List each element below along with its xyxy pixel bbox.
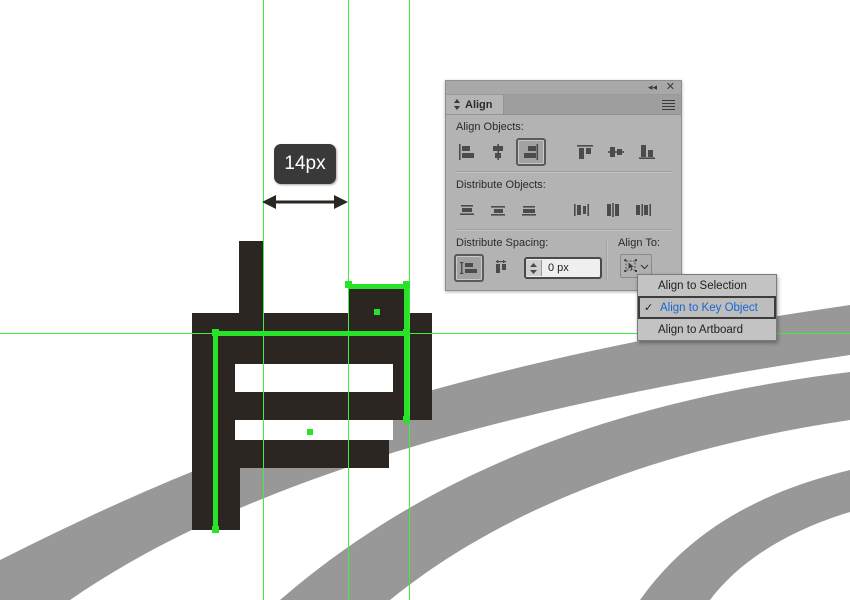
vertical-distribute-bottom-button[interactable] bbox=[516, 198, 542, 222]
divider-2 bbox=[455, 229, 672, 231]
key-object-edge-top[interactable] bbox=[348, 284, 406, 289]
align-bottom-icon bbox=[639, 145, 655, 159]
spacing-value-stepper[interactable]: 0 px bbox=[524, 257, 602, 279]
checkmark-icon: ✓ bbox=[644, 302, 654, 314]
distribute-bottom-icon bbox=[522, 206, 536, 216]
horizontal-distribute-left-button[interactable] bbox=[568, 198, 594, 222]
double-chevron-left-icon[interactable]: ◂◂ bbox=[648, 82, 657, 93]
close-x-icon[interactable]: ✕ bbox=[666, 82, 675, 93]
key-object-anchor-top-left[interactable] bbox=[345, 281, 352, 288]
menu-item-label: Align to Selection bbox=[658, 279, 747, 292]
align-middle-icon bbox=[608, 147, 624, 157]
vertical-align-center-button[interactable] bbox=[603, 140, 629, 164]
align-to-dropdown-menu[interactable]: Align to Selection ✓ Align to Key Object… bbox=[637, 274, 777, 341]
panel-titlebar: ◂◂ ✕ bbox=[446, 81, 681, 95]
menu-item-align-to-key-object[interactable]: ✓ Align to Key Object bbox=[638, 296, 776, 319]
vertical-align-bottom-button[interactable] bbox=[634, 140, 660, 164]
vertical-spacing-icon bbox=[460, 262, 477, 274]
align-right-icon bbox=[524, 144, 539, 160]
measurement-value: 14px bbox=[284, 153, 326, 174]
vertical-distribute-top-button[interactable] bbox=[454, 198, 480, 222]
distribute-objects-row bbox=[446, 196, 681, 224]
selection-anchor-bottom-right[interactable] bbox=[403, 416, 410, 423]
horizontal-distribute-right-button[interactable] bbox=[630, 198, 656, 222]
distribute-top-icon bbox=[460, 205, 474, 215]
align-panel[interactable]: ◂◂ ✕ Align Align Objects: Distribute Obj… bbox=[445, 80, 682, 291]
key-object-anchor-mid-top[interactable] bbox=[403, 329, 410, 336]
vertical-distribute-center-button[interactable] bbox=[485, 198, 511, 222]
distribute-objects-label: Distribute Objects: bbox=[456, 179, 546, 191]
distribute-spacing-row: 0 px bbox=[446, 254, 606, 282]
panel-tab-row: Align bbox=[446, 95, 681, 115]
selection-center-point[interactable] bbox=[307, 429, 313, 435]
horizontal-align-left-button[interactable] bbox=[454, 140, 480, 164]
horizontal-spacing-icon bbox=[496, 260, 506, 273]
guide-vertical-2 bbox=[348, 0, 349, 600]
distribute-right-icon bbox=[636, 204, 651, 216]
smart-guide-measurement-badge: 14px bbox=[274, 144, 336, 184]
selection-edge-left[interactable] bbox=[213, 333, 218, 531]
selection-edge-top[interactable] bbox=[213, 331, 409, 336]
panel-body: Align Objects: Distribute Objects: Distr… bbox=[446, 115, 681, 290]
illustrator-canvas-screenshot: 14px ◂◂ ✕ Align Align Objects: Distribut… bbox=[0, 0, 850, 600]
distribute-spacing-group: Distribute Spacing: 0 px bbox=[446, 237, 606, 282]
chevron-down-icon[interactable] bbox=[640, 262, 649, 271]
distribute-center-icon bbox=[607, 203, 619, 217]
panel-grip-icon bbox=[454, 99, 460, 110]
distribute-left-icon bbox=[574, 204, 589, 216]
selection-anchor-top-right[interactable] bbox=[403, 281, 410, 288]
align-objects-label: Align Objects: bbox=[456, 121, 524, 133]
selection-anchor-bottom-left[interactable] bbox=[212, 526, 219, 533]
align-to-label: Align To: bbox=[618, 237, 660, 249]
up-down-stepper-icon[interactable] bbox=[526, 260, 542, 276]
align-objects-row bbox=[446, 138, 681, 166]
selection-edge-right[interactable] bbox=[404, 285, 409, 422]
horizontal-distribute-spacing-button[interactable] bbox=[489, 256, 515, 280]
align-center-icon bbox=[493, 144, 503, 160]
distribute-spacing-label: Distribute Spacing: bbox=[456, 237, 549, 249]
menu-item-label: Align to Artboard bbox=[658, 323, 744, 336]
align-left-icon bbox=[459, 144, 474, 160]
horizontal-align-right-button[interactable] bbox=[516, 138, 546, 166]
guide-vertical-3 bbox=[409, 0, 410, 600]
selection-anchor-top-left[interactable] bbox=[212, 329, 219, 336]
menu-item-label: Align to Key Object bbox=[660, 301, 758, 314]
key-object-center-point[interactable] bbox=[374, 309, 380, 315]
align-to-key-object-icon bbox=[624, 259, 637, 272]
spacing-value[interactable]: 0 px bbox=[542, 262, 569, 274]
distribute-middle-icon bbox=[491, 206, 505, 216]
horizontal-distribute-center-button[interactable] bbox=[599, 198, 625, 222]
divider-1 bbox=[455, 171, 672, 173]
double-headed-arrow-icon bbox=[262, 195, 348, 209]
align-top-icon bbox=[577, 145, 593, 159]
vertical-distribute-spacing-button[interactable] bbox=[454, 254, 484, 282]
panel-options-menu-icon[interactable] bbox=[662, 100, 675, 110]
menu-item-align-to-artboard[interactable]: Align to Artboard bbox=[638, 319, 776, 340]
horizontal-align-center-button[interactable] bbox=[485, 140, 511, 164]
menu-item-align-to-selection[interactable]: Align to Selection bbox=[638, 275, 776, 296]
vertical-align-top-button[interactable] bbox=[572, 140, 598, 164]
divider-vertical bbox=[606, 239, 608, 280]
guide-vertical-1 bbox=[263, 0, 264, 600]
tab-align[interactable]: Align bbox=[446, 95, 504, 114]
tab-align-label: Align bbox=[465, 98, 493, 111]
